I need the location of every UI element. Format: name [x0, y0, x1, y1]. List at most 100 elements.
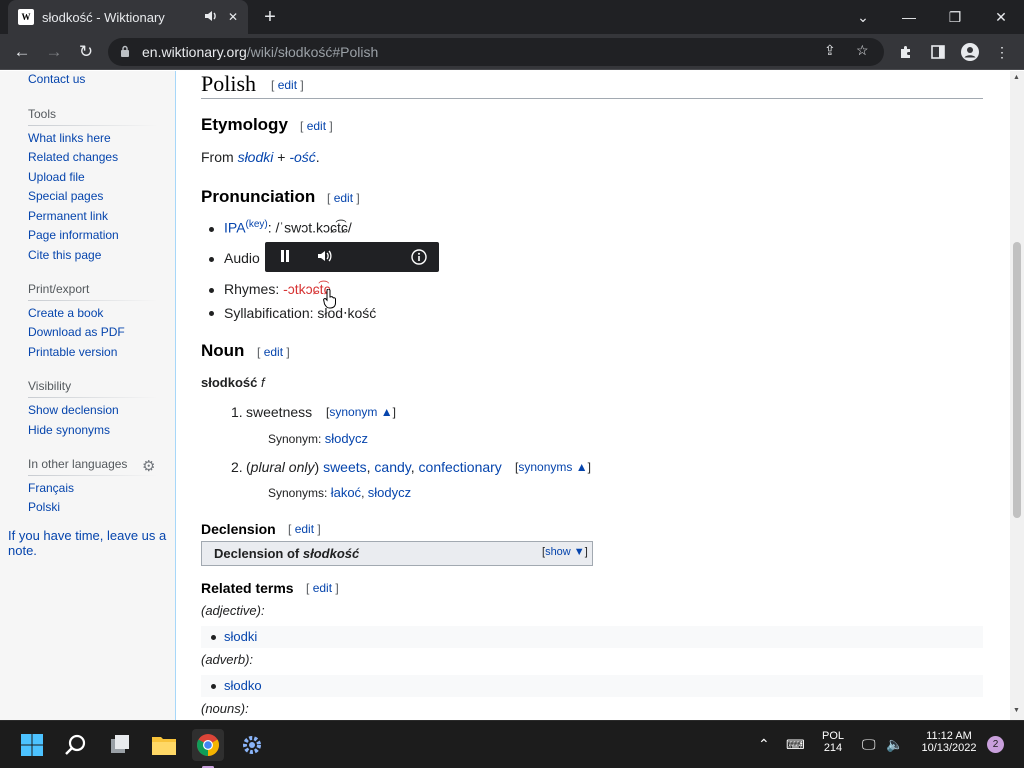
sidebar-item-hide-synonyms[interactable]: Hide synonyms — [28, 423, 110, 437]
language-settings-gear-icon[interactable]: ⚙ — [142, 457, 155, 475]
page-scrollbar[interactable]: ▲ ▼ — [1010, 71, 1024, 720]
address-bar[interactable]: en.wiktionary.org/wiki/słodkość#Polish ⇪… — [108, 38, 884, 66]
tab-strip: W słodkość - Wiktionary ✕ + ⌄ — ❐ ✕ — [0, 0, 1024, 34]
synonym-link-slodycz[interactable]: słodycz — [368, 485, 411, 500]
sidebar-item-lang-polski[interactable]: Polski — [28, 500, 60, 514]
sidebar-item-show-declension[interactable]: Show declension — [28, 403, 119, 417]
synonym-link-lakoc[interactable]: łakoć — [331, 485, 361, 500]
side-panel-icon[interactable] — [928, 42, 948, 62]
sidebar-item-related-changes[interactable]: Related changes — [28, 150, 118, 164]
network-icon[interactable]: 🖵 — [862, 736, 876, 753]
tab-audio-icon[interactable] — [204, 10, 218, 25]
related-pos-label: (adverb): — [201, 652, 254, 667]
scroll-down-arrow-icon[interactable]: ▼ — [1013, 707, 1020, 714]
sidebar-item-special-pages[interactable]: Special pages — [28, 189, 103, 203]
syllabification-line: Syllabification: słod‧kość — [224, 305, 377, 321]
start-button-windows-icon[interactable] — [16, 729, 48, 761]
bullet — [211, 684, 216, 689]
show-hidden-icons-chevron-icon[interactable]: ⌃ — [758, 736, 770, 753]
rhymes-line: Rhymes: -ɔtkɔɕt͡ɕ — [224, 281, 331, 297]
sidebar-contact-link[interactable]: Contact us — [28, 72, 85, 86]
browser-tab[interactable]: W słodkość - Wiktionary ✕ — [8, 0, 248, 34]
tab-search-icon[interactable]: ⌄ — [840, 0, 886, 34]
audio-player[interactable] — [265, 242, 439, 272]
forward-button[interactable]: → — [42, 40, 66, 64]
restore-button[interactable]: ❐ — [932, 0, 978, 34]
ipa-key-link[interactable]: (key) — [246, 219, 268, 230]
notification-badge[interactable]: 2 — [987, 736, 1004, 753]
input-language-indicator[interactable]: POL 214 — [818, 730, 848, 754]
keyboard-icon[interactable]: ⌨ — [786, 737, 805, 753]
back-button[interactable]: ← — [10, 40, 34, 64]
tab-close-icon[interactable]: ✕ — [228, 10, 238, 24]
sense2-gloss-sweets[interactable]: sweets — [323, 459, 367, 475]
sense2-gloss-confectionary[interactable]: confectionary — [419, 459, 502, 475]
list-item: słodki — [201, 626, 983, 648]
headword-line: słodkość f — [201, 375, 265, 390]
article-content: Polish [ edit ] Etymology [ edit ] From … — [177, 71, 1010, 720]
profile-icon[interactable] — [960, 42, 980, 62]
sidebar-item-lang-francais[interactable]: Français — [28, 481, 74, 495]
sidebar-item-printable-version[interactable]: Printable version — [28, 345, 117, 359]
sidebar-item-create-book[interactable]: Create a book — [28, 306, 103, 320]
related-terms-heading: Related terms — [201, 580, 294, 596]
sidebar-item-cite-this-page[interactable]: Cite this page — [28, 248, 101, 262]
bullet — [209, 288, 214, 293]
synonym-link-slodycz[interactable]: słodycz — [325, 431, 368, 446]
synonym-toggle[interactable]: [synonym ▲] — [326, 405, 396, 419]
scroll-up-arrow-icon[interactable]: ▲ — [1013, 74, 1020, 81]
declension-show-toggle[interactable]: [show ▼] — [542, 546, 588, 558]
ipa-link[interactable]: IPA — [224, 220, 246, 236]
volume-icon[interactable] — [317, 249, 333, 266]
menu-icon[interactable]: ⋮ — [992, 42, 1012, 62]
file-explorer-icon[interactable] — [148, 729, 180, 761]
sidebar-item-permanent-link[interactable]: Permanent link — [28, 209, 108, 223]
edit-section-link[interactable]: [ edit ] — [327, 191, 360, 205]
minimize-button[interactable]: — — [886, 0, 932, 34]
sense-number: 1. — [231, 404, 243, 420]
declension-table-collapsed[interactable]: Declension of słodkość [show ▼] — [201, 541, 593, 566]
bullet — [209, 257, 214, 262]
edit-section-link[interactable]: [ edit ] — [300, 119, 333, 133]
sense1-gloss-link[interactable]: sweetness — [246, 404, 312, 420]
search-icon[interactable] — [60, 729, 92, 761]
gender: f — [260, 375, 265, 390]
settings-gear-icon[interactable] — [236, 729, 268, 761]
sidebar-item-page-information[interactable]: Page information — [28, 228, 119, 242]
etymology-link-osc[interactable]: -ość — [289, 149, 315, 165]
related-pos-label: (adjective): — [201, 603, 265, 618]
etymology-link-slodki[interactable]: słodki — [238, 149, 274, 165]
share-icon[interactable]: ⇪ — [824, 42, 836, 59]
sidebar-item-upload-file[interactable]: Upload file — [28, 170, 85, 184]
bullet — [211, 635, 216, 640]
web-page: Contact us Tools What links here Related… — [0, 71, 1010, 720]
sidebar-item-download-pdf[interactable]: Download as PDF — [28, 325, 125, 339]
clock[interactable]: 11:12 AM 10/13/2022 — [918, 730, 980, 754]
info-icon[interactable] — [411, 249, 427, 268]
edit-section-link[interactable]: [ edit ] — [288, 522, 321, 536]
edit-section-link[interactable]: [ edit ] — [257, 345, 290, 359]
chrome-taskbar-icon[interactable] — [192, 729, 224, 761]
related-pos-label: (nouns): — [201, 701, 249, 716]
sidebar-item-what-links-here[interactable]: What links here — [28, 131, 111, 145]
volume-tray-icon[interactable]: 🔈 — [886, 736, 903, 753]
sidebar-visibility-heading: Visibility — [28, 379, 72, 393]
related-term-link[interactable]: słodko — [224, 678, 262, 693]
bookmark-star-icon[interactable]: ☆ — [856, 42, 869, 59]
scrollbar-thumb[interactable] — [1013, 242, 1021, 518]
reload-button[interactable]: ↻ — [74, 40, 98, 64]
synonyms-toggle[interactable]: [synonyms ▲] — [515, 460, 591, 474]
related-term-link[interactable]: słodki — [224, 629, 257, 644]
pause-icon[interactable] — [279, 249, 291, 266]
leave-note-link[interactable]: If you have time, leave us a note. — [8, 528, 170, 558]
edit-section-link[interactable]: [ edit ] — [271, 78, 304, 92]
sense2-gloss-candy[interactable]: candy — [374, 459, 410, 475]
extensions-icon[interactable] — [896, 42, 916, 62]
close-window-button[interactable]: ✕ — [978, 0, 1024, 34]
task-view-icon[interactable] — [104, 729, 136, 761]
new-tab-button[interactable]: + — [258, 5, 282, 29]
ipa-value: : /ˈswɔt.kɔɕt͡ɕ/ — [267, 219, 352, 236]
sense2-synonym-line: Synonyms: łakoć, słodycz — [268, 485, 412, 500]
edit-section-link[interactable]: [ edit ] — [306, 581, 339, 595]
list-item: słodko — [201, 675, 983, 697]
